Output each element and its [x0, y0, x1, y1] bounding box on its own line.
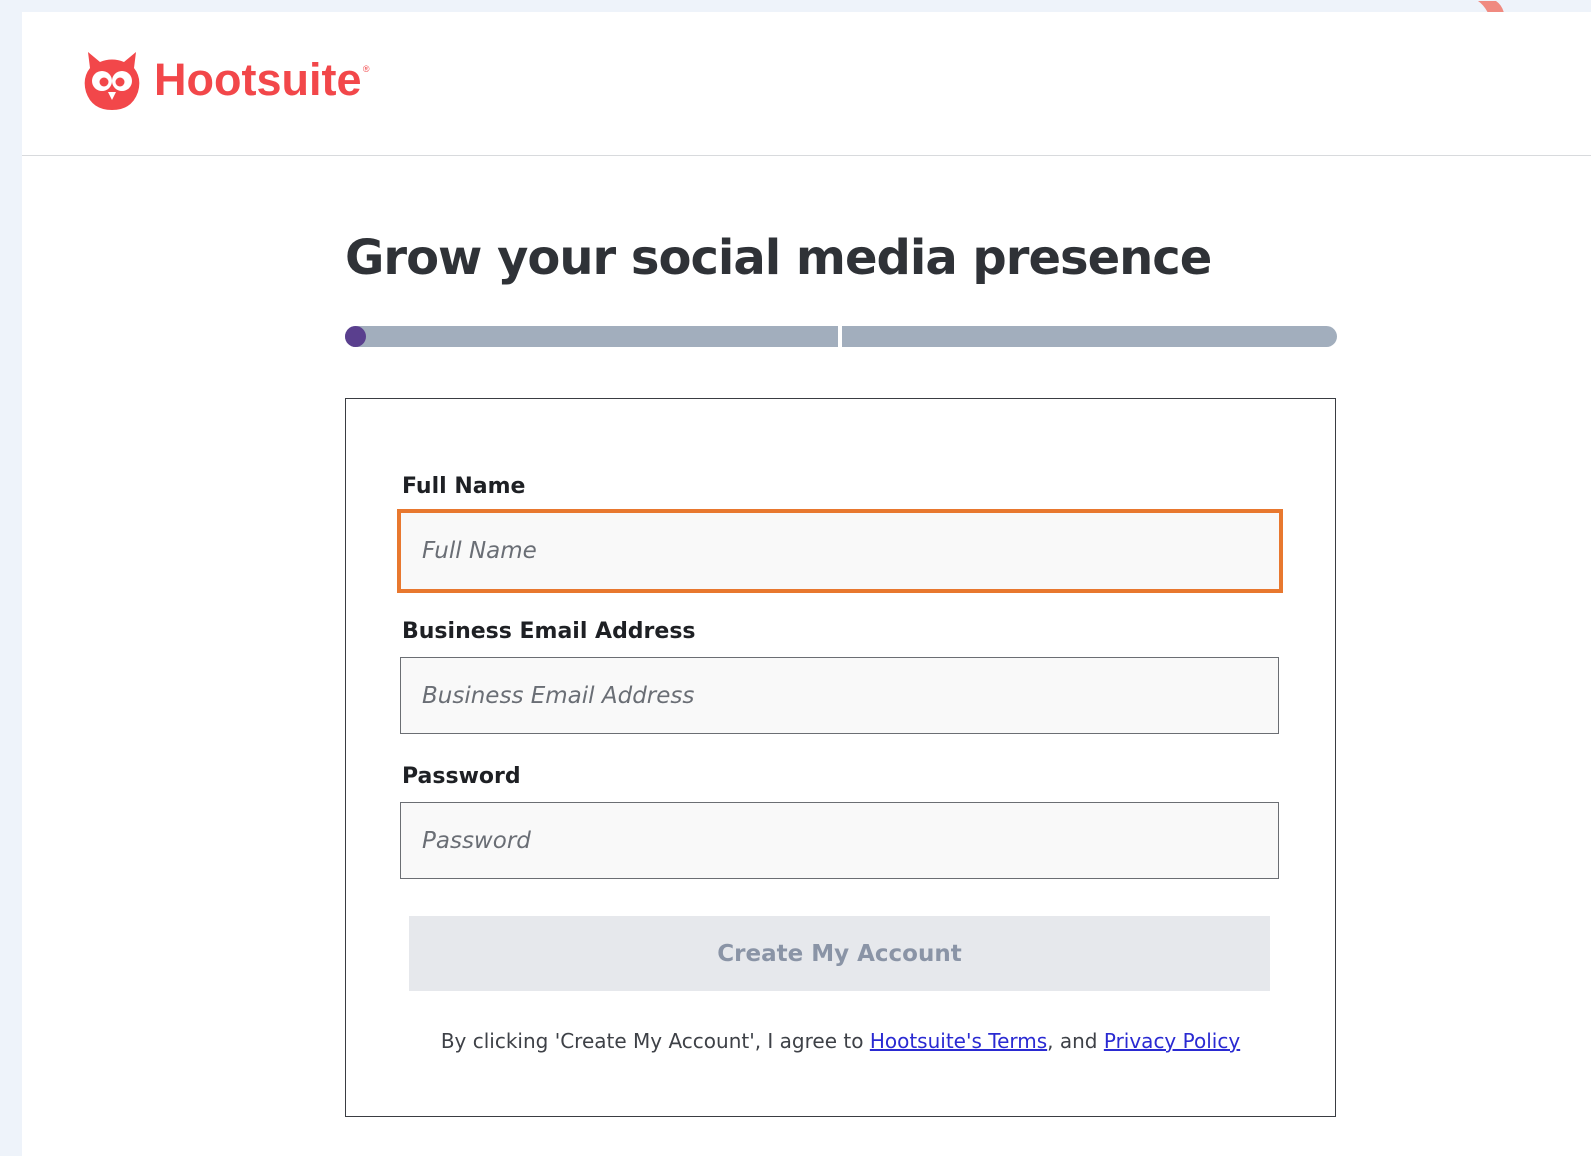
- legal-notice: By clicking 'Create My Account', I agree…: [346, 1029, 1335, 1053]
- terms-link[interactable]: Hootsuite's Terms: [870, 1029, 1047, 1053]
- signup-page: Hootsuite ® Grow your social media prese…: [22, 12, 1591, 1156]
- password-label: Password: [402, 764, 521, 789]
- full-name-input[interactable]: [397, 509, 1283, 593]
- registered-mark: ®: [362, 64, 370, 74]
- owl-logo-icon: [84, 52, 140, 110]
- corner-decoration: [1478, 0, 1508, 12]
- progress-current-indicator: [345, 326, 366, 347]
- signup-form-card: Full Name Business Email Address Passwor…: [345, 398, 1336, 1117]
- site-header: Hootsuite ®: [22, 12, 1591, 156]
- progress-step-2: [842, 326, 1337, 347]
- page-title: Grow your social media presence: [345, 230, 1212, 286]
- password-input[interactable]: [400, 802, 1279, 879]
- legal-middle: , and: [1047, 1029, 1104, 1053]
- email-label: Business Email Address: [402, 619, 696, 644]
- logo-text: Hootsuite: [154, 54, 362, 105]
- full-name-label: Full Name: [402, 474, 526, 499]
- privacy-policy-link[interactable]: Privacy Policy: [1104, 1029, 1240, 1053]
- logo-wordmark: Hootsuite ®: [154, 54, 370, 106]
- legal-prefix: By clicking 'Create My Account', I agree…: [440, 1029, 870, 1053]
- create-account-button[interactable]: Create My Account: [409, 916, 1270, 991]
- email-input[interactable]: [400, 657, 1279, 734]
- signup-progress-bar: [345, 326, 1337, 347]
- progress-step-1: [345, 326, 838, 347]
- hootsuite-logo[interactable]: Hootsuite ®: [80, 48, 370, 112]
